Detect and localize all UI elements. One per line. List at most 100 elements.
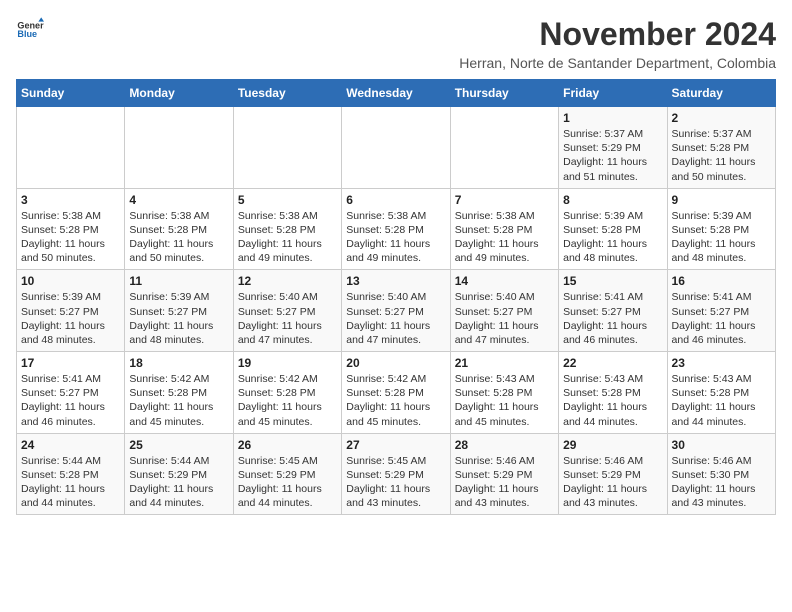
calendar-cell: 16Sunrise: 5:41 AM Sunset: 5:27 PM Dayli… bbox=[667, 270, 775, 352]
day-info: Sunrise: 5:43 AM Sunset: 5:28 PM Dayligh… bbox=[563, 372, 662, 429]
day-number: 2 bbox=[672, 111, 771, 125]
day-number: 30 bbox=[672, 438, 771, 452]
day-number: 5 bbox=[238, 193, 337, 207]
day-info: Sunrise: 5:44 AM Sunset: 5:28 PM Dayligh… bbox=[21, 454, 120, 511]
month-title: November 2024 bbox=[459, 16, 776, 53]
calendar-cell: 7Sunrise: 5:38 AM Sunset: 5:28 PM Daylig… bbox=[450, 188, 558, 270]
day-number: 21 bbox=[455, 356, 554, 370]
calendar-cell: 26 Sunrise: 5:45 AM Sunset: 5:29 PM Dayli… bbox=[233, 433, 341, 515]
day-info: Sunrise: 5:38 AM Sunset: 5:28 PM Dayligh… bbox=[129, 209, 228, 266]
calendar-cell: 8 Sunrise: 5:39 AM Sunset: 5:28 PM Daylig… bbox=[559, 188, 667, 270]
day-info: Sunrise: 5:42 AM Sunset: 5:28 PM Dayligh… bbox=[129, 372, 228, 429]
svg-text:Blue: Blue bbox=[17, 29, 37, 39]
calendar-cell bbox=[233, 107, 341, 189]
day-number: 7 bbox=[455, 193, 554, 207]
calendar-cell: 20 Sunrise: 5:42 AM Sunset: 5:28 PM Dayli… bbox=[342, 352, 450, 434]
day-info: Sunrise: 5:38 AM Sunset: 5:28 PM Dayligh… bbox=[238, 209, 337, 266]
day-number: 26 bbox=[238, 438, 337, 452]
day-info: Sunrise: 5:44 AM Sunset: 5:29 PM Dayligh… bbox=[129, 454, 228, 511]
calendar-cell: 12 Sunrise: 5:40 AM Sunset: 5:27 PM Dayli… bbox=[233, 270, 341, 352]
day-info: Sunrise: 5:39 AM Sunset: 5:27 PM Dayligh… bbox=[129, 290, 228, 347]
weekday-header-monday: Monday bbox=[125, 80, 233, 107]
calendar-cell: 13Sunrise: 5:40 AM Sunset: 5:27 PM Dayli… bbox=[342, 270, 450, 352]
day-number: 8 bbox=[563, 193, 662, 207]
calendar-week-row: 24 Sunrise: 5:44 AM Sunset: 5:28 PM Dayli… bbox=[17, 433, 776, 515]
day-number: 13 bbox=[346, 274, 445, 288]
calendar-week-row: 10 Sunrise: 5:39 AM Sunset: 5:27 PM Dayli… bbox=[17, 270, 776, 352]
weekday-header-row: SundayMondayTuesdayWednesdayThursdayFrid… bbox=[17, 80, 776, 107]
calendar-cell: 5 Sunrise: 5:38 AM Sunset: 5:28 PM Daylig… bbox=[233, 188, 341, 270]
calendar-cell: 17 Sunrise: 5:41 AM Sunset: 5:27 PM Dayli… bbox=[17, 352, 125, 434]
day-info: Sunrise: 5:38 AM Sunset: 5:28 PM Dayligh… bbox=[346, 209, 445, 266]
calendar-cell: 9 Sunrise: 5:39 AM Sunset: 5:28 PM Daylig… bbox=[667, 188, 775, 270]
day-number: 23 bbox=[672, 356, 771, 370]
day-info: Sunrise: 5:37 AM Sunset: 5:29 PM Dayligh… bbox=[563, 127, 662, 184]
day-info: Sunrise: 5:46 AM Sunset: 5:30 PM Dayligh… bbox=[672, 454, 771, 511]
calendar-cell: 23Sunrise: 5:43 AM Sunset: 5:28 PM Dayli… bbox=[667, 352, 775, 434]
calendar-cell: 18 Sunrise: 5:42 AM Sunset: 5:28 PM Dayli… bbox=[125, 352, 233, 434]
day-info: Sunrise: 5:38 AM Sunset: 5:28 PM Dayligh… bbox=[21, 209, 120, 266]
day-info: Sunrise: 5:41 AM Sunset: 5:27 PM Dayligh… bbox=[21, 372, 120, 429]
calendar-cell: 21 Sunrise: 5:43 AM Sunset: 5:28 PM Dayli… bbox=[450, 352, 558, 434]
calendar: SundayMondayTuesdayWednesdayThursdayFrid… bbox=[16, 79, 776, 515]
weekday-header-wednesday: Wednesday bbox=[342, 80, 450, 107]
day-number: 9 bbox=[672, 193, 771, 207]
calendar-cell: 1 Sunrise: 5:37 AM Sunset: 5:29 PM Daylig… bbox=[559, 107, 667, 189]
calendar-cell: 29Sunrise: 5:46 AM Sunset: 5:29 PM Dayli… bbox=[559, 433, 667, 515]
weekday-header-saturday: Saturday bbox=[667, 80, 775, 107]
calendar-cell: 11 Sunrise: 5:39 AM Sunset: 5:27 PM Dayli… bbox=[125, 270, 233, 352]
day-info: Sunrise: 5:42 AM Sunset: 5:28 PM Dayligh… bbox=[346, 372, 445, 429]
day-number: 14 bbox=[455, 274, 554, 288]
day-info: Sunrise: 5:42 AM Sunset: 5:28 PM Dayligh… bbox=[238, 372, 337, 429]
calendar-cell bbox=[342, 107, 450, 189]
calendar-cell: 6 Sunrise: 5:38 AM Sunset: 5:28 PM Daylig… bbox=[342, 188, 450, 270]
header: General Blue November 2024 Herran, Norte… bbox=[16, 16, 776, 71]
calendar-cell: 3 Sunrise: 5:38 AM Sunset: 5:28 PM Daylig… bbox=[17, 188, 125, 270]
day-number: 22 bbox=[563, 356, 662, 370]
calendar-cell: 25 Sunrise: 5:44 AM Sunset: 5:29 PM Dayli… bbox=[125, 433, 233, 515]
calendar-cell: 14Sunrise: 5:40 AM Sunset: 5:27 PM Dayli… bbox=[450, 270, 558, 352]
day-number: 1 bbox=[563, 111, 662, 125]
day-number: 25 bbox=[129, 438, 228, 452]
day-number: 28 bbox=[455, 438, 554, 452]
day-number: 15 bbox=[563, 274, 662, 288]
weekday-header-tuesday: Tuesday bbox=[233, 80, 341, 107]
title-area: November 2024 Herran, Norte de Santander… bbox=[459, 16, 776, 71]
calendar-week-row: 1 Sunrise: 5:37 AM Sunset: 5:29 PM Daylig… bbox=[17, 107, 776, 189]
calendar-cell: 22 Sunrise: 5:43 AM Sunset: 5:28 PM Dayli… bbox=[559, 352, 667, 434]
calendar-cell: 4Sunrise: 5:38 AM Sunset: 5:28 PM Daylig… bbox=[125, 188, 233, 270]
calendar-week-row: 3 Sunrise: 5:38 AM Sunset: 5:28 PM Daylig… bbox=[17, 188, 776, 270]
calendar-week-row: 17 Sunrise: 5:41 AM Sunset: 5:27 PM Dayli… bbox=[17, 352, 776, 434]
day-number: 29 bbox=[563, 438, 662, 452]
logo-icon: General Blue bbox=[16, 16, 44, 44]
calendar-cell: 30 Sunrise: 5:46 AM Sunset: 5:30 PM Dayli… bbox=[667, 433, 775, 515]
day-info: Sunrise: 5:45 AM Sunset: 5:29 PM Dayligh… bbox=[346, 454, 445, 511]
day-number: 12 bbox=[238, 274, 337, 288]
day-number: 19 bbox=[238, 356, 337, 370]
day-number: 17 bbox=[21, 356, 120, 370]
day-number: 10 bbox=[21, 274, 120, 288]
subtitle: Herran, Norte de Santander Department, C… bbox=[459, 55, 776, 71]
day-number: 20 bbox=[346, 356, 445, 370]
day-info: Sunrise: 5:39 AM Sunset: 5:28 PM Dayligh… bbox=[672, 209, 771, 266]
logo: General Blue bbox=[16, 16, 44, 44]
day-info: Sunrise: 5:40 AM Sunset: 5:27 PM Dayligh… bbox=[238, 290, 337, 347]
day-number: 24 bbox=[21, 438, 120, 452]
day-info: Sunrise: 5:43 AM Sunset: 5:28 PM Dayligh… bbox=[455, 372, 554, 429]
day-info: Sunrise: 5:39 AM Sunset: 5:28 PM Dayligh… bbox=[563, 209, 662, 266]
calendar-cell: 19 Sunrise: 5:42 AM Sunset: 5:28 PM Dayli… bbox=[233, 352, 341, 434]
calendar-cell bbox=[125, 107, 233, 189]
day-info: Sunrise: 5:39 AM Sunset: 5:27 PM Dayligh… bbox=[21, 290, 120, 347]
weekday-header-friday: Friday bbox=[559, 80, 667, 107]
day-number: 11 bbox=[129, 274, 228, 288]
calendar-cell: 2Sunrise: 5:37 AM Sunset: 5:28 PM Daylig… bbox=[667, 107, 775, 189]
day-number: 27 bbox=[346, 438, 445, 452]
calendar-cell: 27 Sunrise: 5:45 AM Sunset: 5:29 PM Dayli… bbox=[342, 433, 450, 515]
day-number: 3 bbox=[21, 193, 120, 207]
day-number: 6 bbox=[346, 193, 445, 207]
day-info: Sunrise: 5:41 AM Sunset: 5:27 PM Dayligh… bbox=[672, 290, 771, 347]
day-info: Sunrise: 5:46 AM Sunset: 5:29 PM Dayligh… bbox=[455, 454, 554, 511]
calendar-cell: 24 Sunrise: 5:44 AM Sunset: 5:28 PM Dayli… bbox=[17, 433, 125, 515]
day-number: 18 bbox=[129, 356, 228, 370]
day-info: Sunrise: 5:45 AM Sunset: 5:29 PM Dayligh… bbox=[238, 454, 337, 511]
